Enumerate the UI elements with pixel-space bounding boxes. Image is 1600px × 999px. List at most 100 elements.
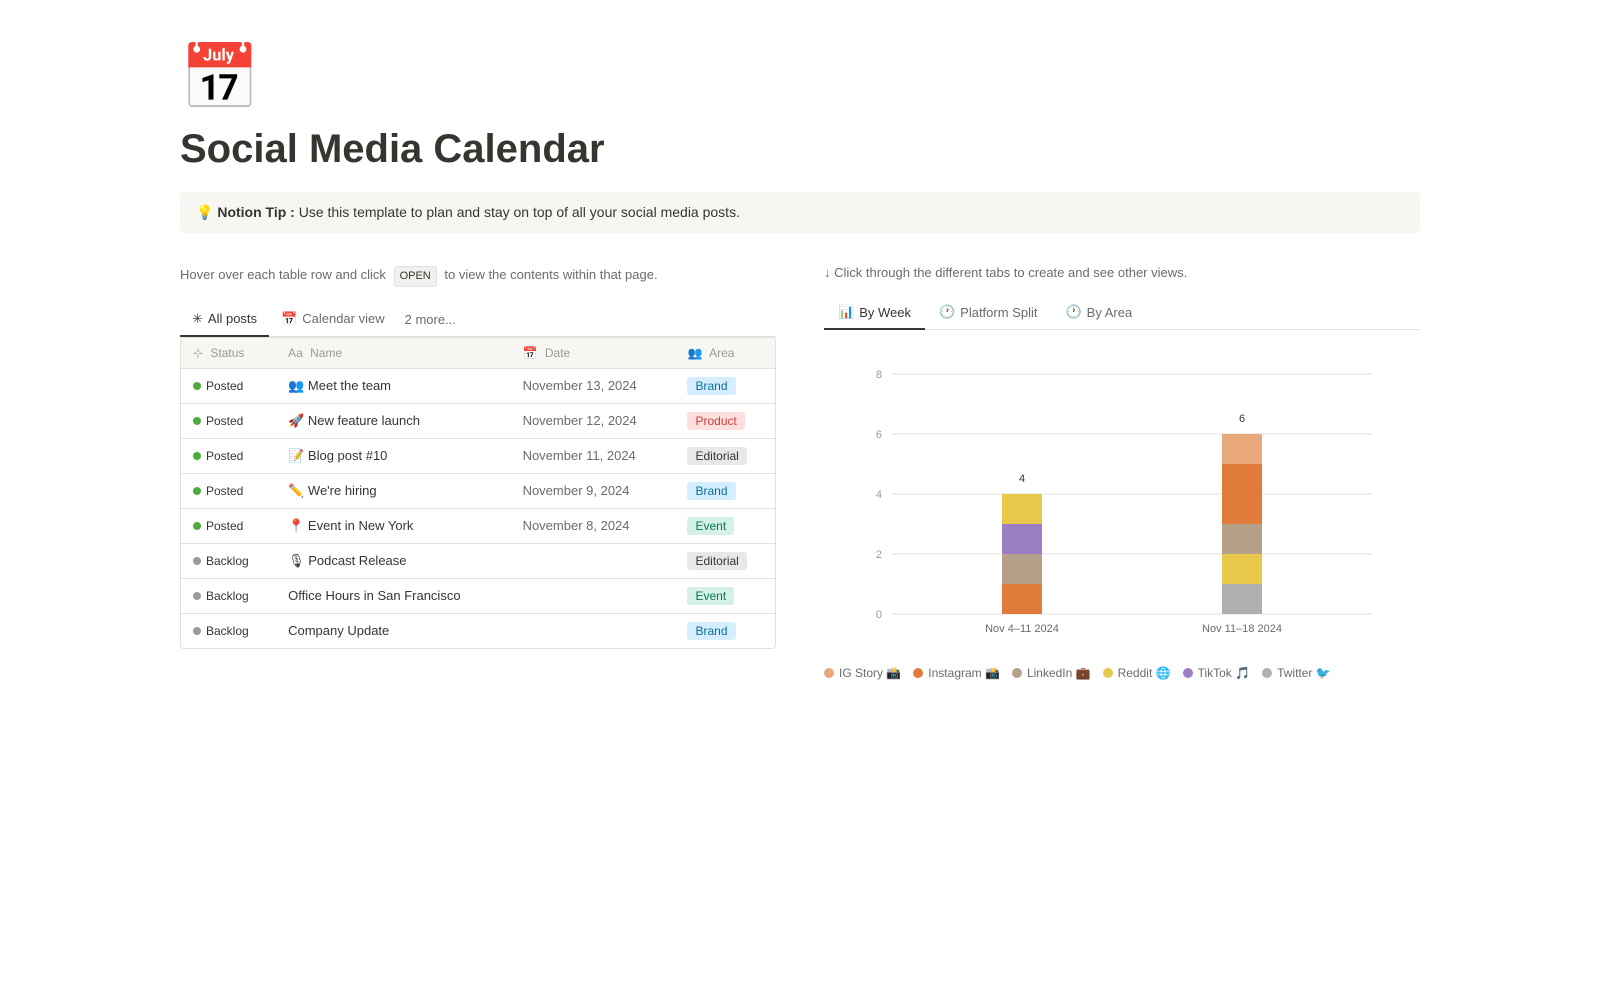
more-tabs-button[interactable]: 2 more... xyxy=(397,304,464,335)
cell-date: November 8, 2024 xyxy=(511,508,676,543)
cell-area: Brand xyxy=(675,368,775,403)
status-label: Posted xyxy=(206,519,243,533)
cell-area: Event xyxy=(675,508,775,543)
legend-label-instagram: Instagram 📸 xyxy=(928,666,1000,680)
left-column: Hover over each table row and click OPEN… xyxy=(180,265,776,649)
area-tag: Event xyxy=(687,587,734,605)
status-dot xyxy=(193,487,201,495)
legend-linkedin: LinkedIn 💼 xyxy=(1012,666,1091,680)
bar-week1-tiktok xyxy=(1002,524,1042,554)
svg-text:6: 6 xyxy=(1239,413,1245,425)
cell-status: Backlog xyxy=(181,578,276,613)
open-badge: OPEN xyxy=(394,266,437,287)
cell-name: 📍 Event in New York xyxy=(276,508,510,543)
area-tag: Event xyxy=(687,517,734,535)
bar-week1-linkedin xyxy=(1002,554,1042,584)
table-header-row: ⊹ Status Aa Name 📅 Date xyxy=(181,338,775,369)
cell-area: Event xyxy=(675,578,775,613)
cell-date: November 13, 2024 xyxy=(511,368,676,403)
table-row[interactable]: Backlog Office Hours in San FranciscoEve… xyxy=(181,578,775,613)
cell-status: Backlog xyxy=(181,613,276,648)
area-tag: Brand xyxy=(687,622,735,640)
cell-status: Posted xyxy=(181,368,276,403)
cell-status: Posted xyxy=(181,473,276,508)
cell-area: Editorial xyxy=(675,543,775,578)
cell-name: 📝 Blog post #10 xyxy=(276,438,510,473)
status-col-icon: ⊹ xyxy=(193,346,203,360)
area-tag: Brand xyxy=(687,377,735,395)
bar-week2-instagram xyxy=(1222,464,1262,524)
table-row[interactable]: Posted 📝 Blog post #10November 11, 2024E… xyxy=(181,438,775,473)
status-label: Posted xyxy=(206,414,243,428)
status-dot xyxy=(193,452,201,460)
cell-status: Backlog xyxy=(181,543,276,578)
area-tag: Editorial xyxy=(687,447,746,465)
status-badge: Posted xyxy=(193,449,243,463)
status-badge: Backlog xyxy=(193,554,249,568)
table-row[interactable]: Posted 👥 Meet the teamNovember 13, 2024B… xyxy=(181,368,775,403)
cell-status: Posted xyxy=(181,438,276,473)
svg-text:4: 4 xyxy=(876,489,882,501)
status-label: Posted xyxy=(206,484,243,498)
cell-date xyxy=(511,613,676,648)
cell-area: Product xyxy=(675,403,775,438)
svg-text:Nov 4–11 2024: Nov 4–11 2024 xyxy=(985,623,1059,634)
status-badge: Posted xyxy=(193,519,243,533)
cell-name: 🚀 New feature launch xyxy=(276,403,510,438)
legend-dot-linkedin xyxy=(1012,668,1022,678)
status-dot xyxy=(193,557,201,565)
status-dot xyxy=(193,382,201,390)
area-tag: Editorial xyxy=(687,552,746,570)
svg-text:6: 6 xyxy=(876,429,882,441)
legend-label-tiktok: TikTok 🎵 xyxy=(1198,666,1251,680)
chart-tab-by-week[interactable]: 📊 By Week xyxy=(824,296,925,330)
table-row[interactable]: Backlog 🎙 Podcast Release Editorial xyxy=(181,543,775,578)
bar-week2-igstory xyxy=(1222,434,1262,464)
area-tag: Product xyxy=(687,412,744,430)
page-title: Social Media Calendar xyxy=(180,127,1420,172)
cell-status: Posted xyxy=(181,508,276,543)
right-column: ↓ Click through the different tabs to cr… xyxy=(824,265,1420,680)
legend-dot-instagram xyxy=(913,668,923,678)
table-row[interactable]: Backlog Company UpdateBrand xyxy=(181,613,775,648)
legend-ig-story: IG Story 📸 xyxy=(824,666,901,680)
status-badge: Backlog xyxy=(193,589,249,603)
table-row[interactable]: Posted 🚀 New feature launchNovember 12, … xyxy=(181,403,775,438)
status-label: Backlog xyxy=(206,624,249,638)
status-dot xyxy=(193,522,201,530)
tab-calendar-view[interactable]: 📅 Calendar view xyxy=(269,303,397,337)
chart-tab-by-area[interactable]: 🕐 By Area xyxy=(1051,296,1146,330)
bar-week2-reddit xyxy=(1222,554,1262,584)
platform-split-label: Platform Split xyxy=(960,305,1037,320)
bar-week2-twitter xyxy=(1222,584,1262,614)
chart-tab-platform-split[interactable]: 🕐 Platform Split xyxy=(925,296,1052,330)
platform-split-icon: 🕐 xyxy=(939,304,955,320)
left-instruction: Hover over each table row and click OPEN… xyxy=(180,265,776,287)
cell-date xyxy=(511,578,676,613)
table-row[interactable]: Posted ✏️ We're hiringNovember 9, 2024Br… xyxy=(181,473,775,508)
status-label: Posted xyxy=(206,449,243,463)
name-col-icon: Aa xyxy=(288,346,303,360)
status-label: Backlog xyxy=(206,589,249,603)
col-area: 👥 Area xyxy=(675,338,775,369)
tip-icon: 💡 xyxy=(196,204,213,220)
cell-name: ✏️ We're hiring xyxy=(276,473,510,508)
all-posts-icon: ✳ xyxy=(192,311,203,327)
svg-text:2: 2 xyxy=(876,549,882,561)
cell-date: November 12, 2024 xyxy=(511,403,676,438)
cell-date xyxy=(511,543,676,578)
by-week-label: By Week xyxy=(859,305,911,320)
table-tabs-row: ✳ All posts 📅 Calendar view 2 more... xyxy=(180,303,776,337)
table-row[interactable]: Posted 📍 Event in New YorkNovember 8, 20… xyxy=(181,508,775,543)
cell-name: 🎙 Podcast Release xyxy=(276,543,510,578)
bar-week1-instagram xyxy=(1002,584,1042,614)
status-dot xyxy=(193,417,201,425)
by-area-icon: 🕐 xyxy=(1065,304,1081,320)
status-label: Posted xyxy=(206,379,243,393)
svg-text:0: 0 xyxy=(876,609,882,621)
tab-all-posts[interactable]: ✳ All posts xyxy=(180,303,269,337)
area-tag: Brand xyxy=(687,482,735,500)
status-label: Backlog xyxy=(206,554,249,568)
legend-dot-reddit xyxy=(1103,668,1113,678)
col-status: ⊹ Status xyxy=(181,338,276,369)
